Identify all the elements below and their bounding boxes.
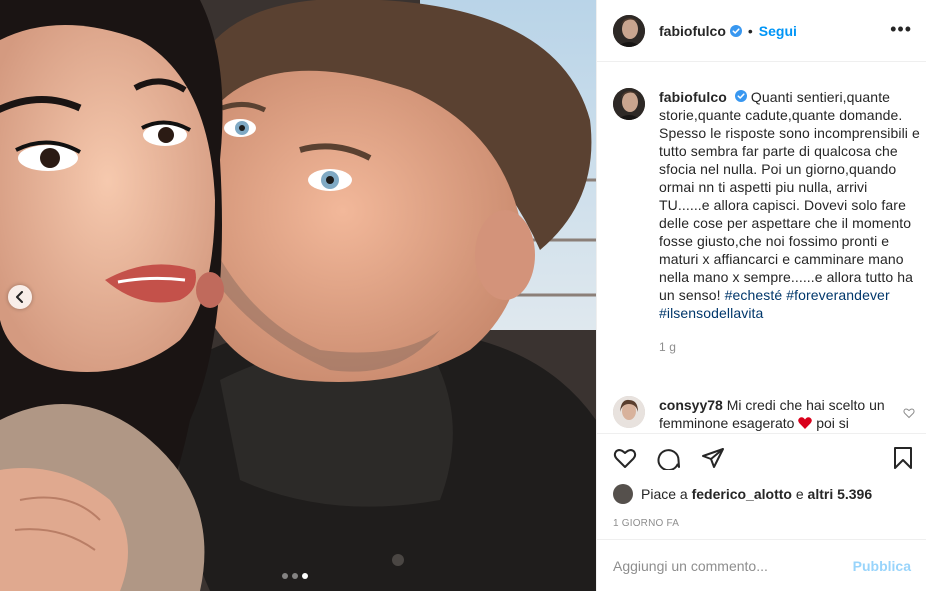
comment-bubble-icon[interactable] bbox=[657, 446, 681, 471]
verified-badge-icon bbox=[734, 90, 747, 102]
comment-text-continued: poi si bbox=[816, 415, 849, 431]
caption-text: Quanti sentieri,quante storie,quante cad… bbox=[659, 89, 920, 303]
carousel-indicator bbox=[282, 573, 308, 579]
carousel-dot bbox=[292, 573, 298, 579]
likes-connector: e bbox=[795, 486, 804, 502]
liker-username[interactable]: federico_alotto bbox=[692, 486, 792, 502]
caption-body: fabiofulco Quanti sentieri,quante storie… bbox=[659, 88, 921, 356]
likes-count-link[interactable]: altri 5.396 bbox=[808, 486, 873, 502]
avatar-image bbox=[613, 396, 645, 428]
likes-summary: Piace a federico_alotto e altri 5.396 bbox=[613, 484, 872, 504]
author-username[interactable]: fabiofulco bbox=[659, 23, 726, 39]
commenter-avatar[interactable] bbox=[613, 396, 645, 428]
heart-emoji bbox=[798, 415, 816, 431]
comments-scroll-area[interactable]: fabiofulco Quanti sentieri,quante storie… bbox=[597, 62, 926, 433]
post-actions-bar bbox=[597, 433, 926, 481]
post-date[interactable]: 1 giorno fa bbox=[613, 518, 679, 529]
caption-timestamp[interactable]: 1 g bbox=[659, 338, 921, 356]
save-bookmark-icon[interactable] bbox=[891, 446, 915, 475]
hashtag-link[interactable]: #foreverandever bbox=[786, 287, 889, 303]
more-options-button[interactable]: ••• bbox=[890, 20, 912, 38]
chevron-left-icon bbox=[16, 291, 23, 303]
post-caption: fabiofulco Quanti sentieri,quante storie… bbox=[613, 88, 923, 356]
caption-username[interactable]: fabiofulco bbox=[659, 89, 727, 105]
post-comment-button[interactable]: Pubblica bbox=[853, 558, 911, 574]
caption-avatar[interactable] bbox=[613, 88, 645, 120]
verified-badge-icon bbox=[729, 24, 742, 37]
liker-avatar[interactable] bbox=[613, 484, 633, 504]
follow-button[interactable]: Segui bbox=[759, 23, 797, 39]
avatar-image bbox=[613, 14, 645, 47]
hashtag-link[interactable]: #echesté bbox=[725, 287, 783, 303]
carousel-dot bbox=[282, 573, 288, 579]
header-separator: • bbox=[747, 22, 753, 39]
comment-input[interactable] bbox=[613, 557, 853, 574]
post-side-panel: fabiofulco • Segui ••• fabiofulco Quanti… bbox=[596, 0, 926, 591]
like-heart-icon[interactable] bbox=[613, 446, 637, 470]
commenter-username[interactable]: consyy78 bbox=[659, 397, 723, 413]
author-avatar[interactable] bbox=[613, 14, 645, 47]
avatar-image bbox=[613, 88, 645, 120]
comment-body: consyy78 Mi credi che hai scelto un femm… bbox=[659, 396, 899, 432]
add-comment-form: Pubblica bbox=[597, 539, 926, 591]
like-comment-heart-icon[interactable] bbox=[903, 406, 915, 424]
comment-item: consyy78 Mi credi che hai scelto un femm… bbox=[613, 396, 919, 432]
post-image bbox=[0, 0, 596, 591]
post-header: fabiofulco • Segui ••• bbox=[597, 0, 926, 62]
likes-prefix: Piace a bbox=[641, 486, 688, 502]
share-paper-plane-icon[interactable] bbox=[701, 446, 725, 470]
post-photo[interactable] bbox=[0, 0, 596, 591]
carousel-dot-active bbox=[302, 573, 308, 579]
carousel-prev-button[interactable] bbox=[8, 285, 32, 309]
hashtag-link[interactable]: #ilsensodellavita bbox=[659, 305, 763, 321]
